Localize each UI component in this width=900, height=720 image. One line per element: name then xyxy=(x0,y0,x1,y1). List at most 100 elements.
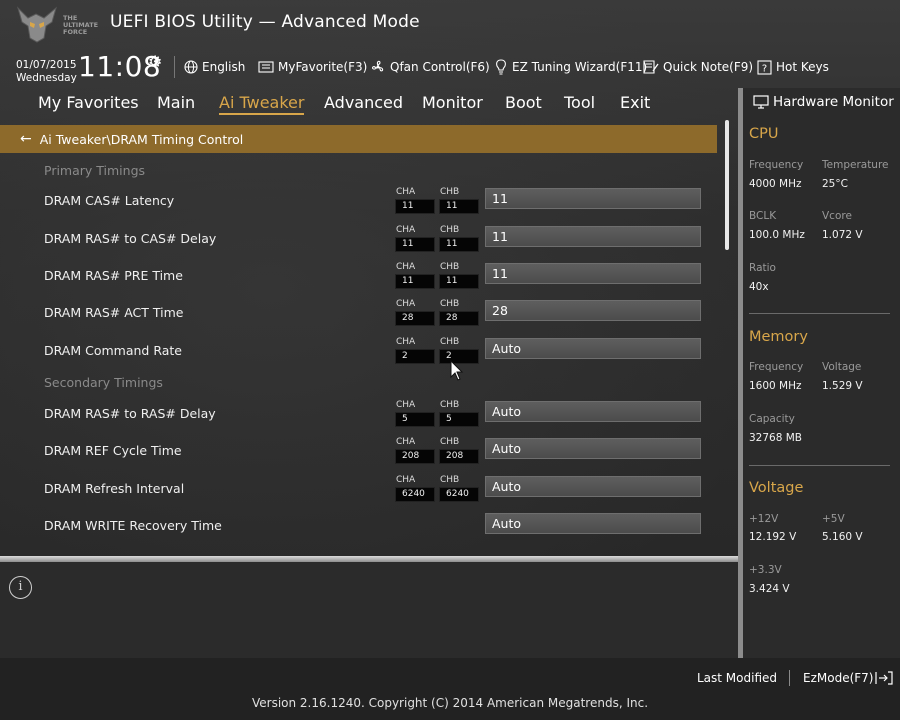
cpu-frequency-value: 4000 MHz xyxy=(749,178,802,190)
setting-value-input[interactable]: 11 xyxy=(485,263,701,284)
header: THE ULTIMATE FORCE UEFI BIOS Utility — A… xyxy=(0,0,900,90)
channel-b-value: 11 xyxy=(439,237,479,252)
settings-scrollbar-thumb[interactable] xyxy=(725,120,729,250)
setting-row-ras-to-cas-delay[interactable]: DRAM RAS# to CAS# Delay CHA 11 CHB 11 11 xyxy=(0,225,720,257)
tab-my-favorites[interactable]: My Favorites xyxy=(38,93,139,112)
setting-row-write-recovery-time[interactable]: DRAM WRITE Recovery Time Auto xyxy=(0,512,720,544)
setting-value-dropdown[interactable]: Auto xyxy=(485,338,701,359)
setting-label: DRAM CAS# Latency xyxy=(44,193,175,208)
channel-b-value: 28 xyxy=(439,311,479,326)
setting-row-command-rate[interactable]: DRAM Command Rate CHA 2 CHB 2 Auto xyxy=(0,337,720,369)
channel-b-label: CHB xyxy=(440,225,460,235)
app-title: UEFI BIOS Utility — Advanced Mode xyxy=(110,12,420,32)
tab-advanced[interactable]: Advanced xyxy=(324,93,403,112)
setting-value-dropdown[interactable]: Auto xyxy=(485,476,701,497)
channel-b-readout: CHB 11 xyxy=(439,225,479,257)
weekday-text: Wednesday xyxy=(16,72,77,84)
ez-tuning-wizard-button[interactable]: EZ Tuning Wizard(F11) xyxy=(494,57,647,77)
bclk-value: 100.0 MHz xyxy=(749,229,805,241)
channel-b-readout: CHB 28 xyxy=(439,299,479,331)
channel-a-label: CHA xyxy=(396,262,416,272)
myfavorite-button[interactable]: MyFavorite(F3) xyxy=(258,57,367,77)
setting-value-dropdown[interactable]: Auto xyxy=(485,401,701,422)
channel-a-readout: CHA 11 xyxy=(395,262,435,294)
setting-row-ref-cycle-time[interactable]: DRAM REF Cycle Time CHA 208 CHB 208 Auto xyxy=(0,437,720,469)
back-arrow-icon[interactable]: ← xyxy=(20,131,32,147)
tab-boot[interactable]: Boot xyxy=(505,93,542,112)
setting-row-cas-latency[interactable]: DRAM CAS# Latency CHA 11 CHB 11 11 xyxy=(0,187,720,219)
setting-label: DRAM WRITE Recovery Time xyxy=(44,518,222,533)
language-label: English xyxy=(202,60,246,74)
v33-value: 3.424 V xyxy=(749,583,790,595)
globe-icon xyxy=(184,60,198,74)
date-text: 01/07/2015 xyxy=(16,59,77,71)
qfan-label: Qfan Control(F6) xyxy=(390,60,490,74)
channel-a-value: 6240 xyxy=(395,487,435,502)
channel-b-readout: CHB 6240 xyxy=(439,475,479,507)
setting-row-refresh-interval[interactable]: DRAM Refresh Interval CHA 6240 CHB 6240 … xyxy=(0,475,720,507)
channel-b-label: CHB xyxy=(440,400,460,410)
setting-row-ras-to-ras-delay[interactable]: DRAM RAS# to RAS# Delay CHA 5 CHB 5 Auto xyxy=(0,400,720,432)
channel-b-readout: CHB 208 xyxy=(439,437,479,469)
tab-exit[interactable]: Exit xyxy=(620,93,650,112)
channel-b-label: CHB xyxy=(440,187,460,197)
channel-b-value: 6240 xyxy=(439,487,479,502)
note-icon xyxy=(643,59,659,74)
setting-value-input[interactable]: 11 xyxy=(485,188,701,209)
memory-voltage-value: 1.529 V xyxy=(822,380,863,392)
clock-settings-gear-icon[interactable]: ⚙ xyxy=(148,52,162,71)
channel-b-value: 11 xyxy=(439,199,479,214)
setting-value-dropdown[interactable]: Auto xyxy=(485,438,701,459)
setting-label: DRAM RAS# ACT Time xyxy=(44,305,184,320)
channel-b-readout: CHB 11 xyxy=(439,262,479,294)
tab-ai-tweaker[interactable]: Ai Tweaker xyxy=(219,93,305,115)
logo-text: THE ULTIMATE FORCE xyxy=(63,14,99,36)
tab-main[interactable]: Main xyxy=(157,93,195,112)
channel-b-value: 208 xyxy=(439,449,479,464)
channel-b-readout: CHB 5 xyxy=(439,400,479,432)
hardware-monitor-header: Hardware Monitor xyxy=(753,94,894,110)
exit-arrow-icon xyxy=(875,671,894,685)
channel-b-label: CHB xyxy=(440,337,460,347)
ezmode-label: EzMode(F7) xyxy=(803,671,874,685)
tuf-skull-icon xyxy=(16,6,57,43)
version-text: Version 2.16.1240. Copyright (C) 2014 Am… xyxy=(251,696,649,710)
v12-label: +12V xyxy=(749,513,779,525)
qfan-control-button[interactable]: Qfan Control(F6) xyxy=(370,57,490,77)
voltage-section-title: Voltage xyxy=(749,480,804,496)
breadcrumb[interactable]: ← Ai Tweaker\DRAM Timing Control xyxy=(0,125,717,153)
settings-list: Primary Timings DRAM CAS# Latency CHA 11… xyxy=(0,153,738,553)
hardware-monitor-title: Hardware Monitor xyxy=(773,94,894,110)
svg-text:?: ? xyxy=(762,63,767,74)
cpu-temperature-value: 25°C xyxy=(822,178,848,190)
main-menu: My Favorites Main Ai Tweaker Advanced Mo… xyxy=(0,90,738,118)
ezmode-button[interactable]: EzMode(F7) xyxy=(803,671,894,685)
memory-voltage-label: Voltage xyxy=(822,361,862,373)
setting-row-ras-act-time[interactable]: DRAM RAS# ACT Time CHA 28 CHB 28 28 xyxy=(0,299,720,331)
setting-value-input[interactable]: 11 xyxy=(485,226,701,247)
capacity-label: Capacity xyxy=(749,413,795,425)
last-modified-button[interactable]: Last Modified xyxy=(697,671,777,685)
capacity-value: 32768 MB xyxy=(749,432,803,444)
breadcrumb-text: Ai Tweaker\DRAM Timing Control xyxy=(39,131,244,147)
ez-tuning-label: EZ Tuning Wizard(F11) xyxy=(512,60,648,74)
setting-value-dropdown[interactable]: Auto xyxy=(485,513,701,534)
setting-label: DRAM Refresh Interval xyxy=(44,481,185,496)
channel-a-label: CHA xyxy=(396,400,416,410)
setting-value-input[interactable]: 28 xyxy=(485,300,701,321)
tuf-logo: THE ULTIMATE FORCE xyxy=(14,6,100,44)
v33-label: +3.3V xyxy=(749,564,782,576)
channel-a-label: CHA xyxy=(396,187,416,197)
bios-window: THE ULTIMATE FORCE UEFI BIOS Utility — A… xyxy=(0,0,900,720)
mouse-cursor-icon xyxy=(450,360,464,381)
quick-note-button[interactable]: Quick Note(F9) xyxy=(643,57,753,77)
section-secondary-timings: Secondary Timings xyxy=(44,375,163,390)
tab-tool[interactable]: Tool xyxy=(564,93,595,112)
language-button[interactable]: English xyxy=(184,57,245,77)
memory-section-title: Memory xyxy=(749,329,808,345)
channel-a-value: 2 xyxy=(395,349,435,364)
hot-keys-button[interactable]: ? Hot Keys xyxy=(757,57,829,77)
tab-monitor[interactable]: Monitor xyxy=(422,93,483,112)
setting-row-ras-pre-time[interactable]: DRAM RAS# PRE Time CHA 11 CHB 11 11 xyxy=(0,262,720,294)
cpu-frequency-label: Frequency xyxy=(749,159,804,171)
